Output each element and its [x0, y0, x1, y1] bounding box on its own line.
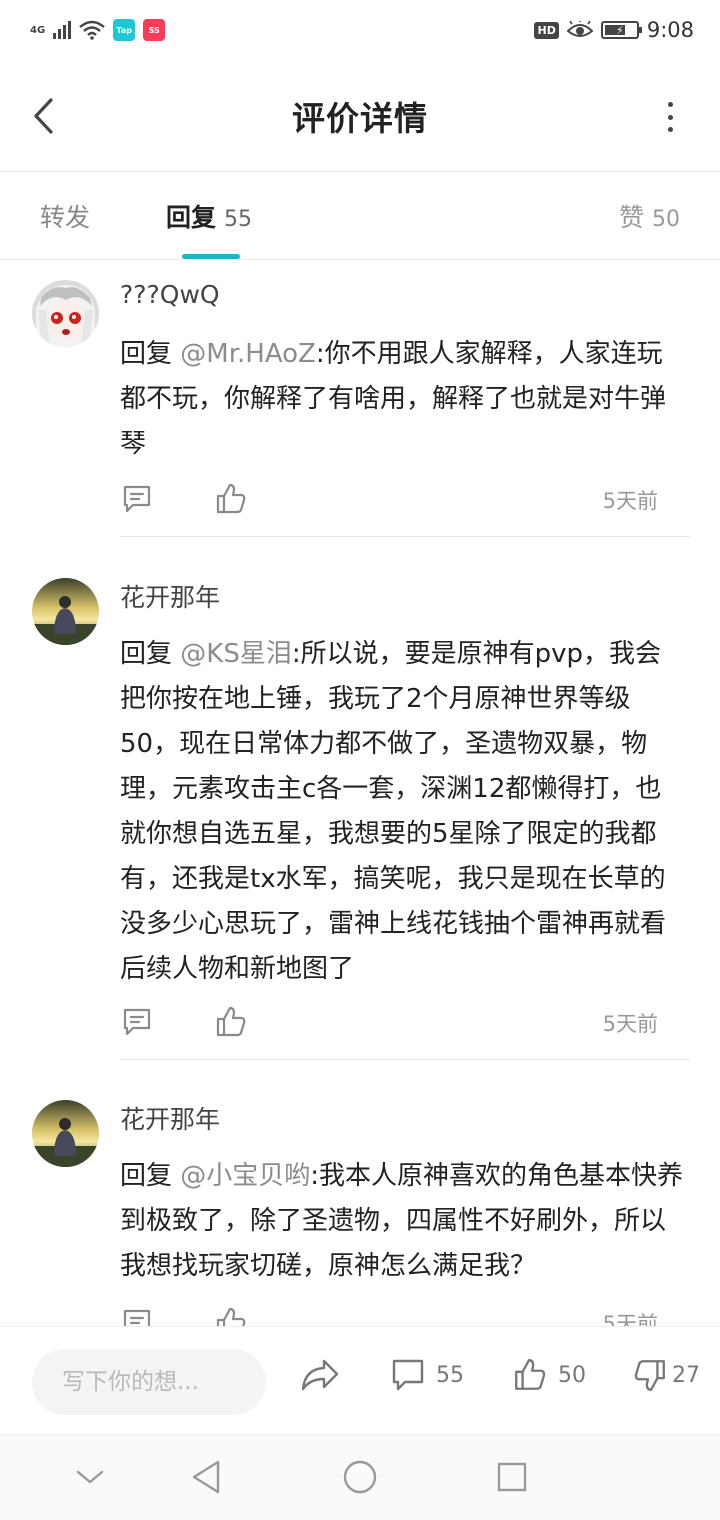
- page-title: 评价详情: [292, 98, 428, 138]
- comment-button[interactable]: 55: [390, 1357, 464, 1393]
- username[interactable]: 花开那年: [120, 578, 220, 614]
- bottom-action-bar: 55 50 27: [0, 1326, 720, 1434]
- battery-icon: ⚡: [600, 21, 642, 39]
- share-icon: [301, 1359, 339, 1391]
- network-type: 4G: [30, 24, 46, 36]
- reply-list[interactable]: ???QwQ 回复 @Mr.HAoZ:你不用跟人家解释，人家连玩都不玩，你解释了…: [0, 260, 720, 1326]
- list-item: 花开那年 回复 @小宝贝哟:我本人原神喜欢的角色基本快养到极致了，除了圣遗物，四…: [0, 1082, 720, 1326]
- comment-icon: [392, 1359, 424, 1391]
- mention-link[interactable]: @KS星泪: [180, 639, 292, 669]
- reply-prefix: 回复: [120, 1161, 181, 1191]
- more-dot: [667, 114, 673, 120]
- divider: [120, 1059, 690, 1060]
- avatar[interactable]: [32, 578, 99, 645]
- reply-icon[interactable]: [120, 1005, 154, 1039]
- thumbs-up-icon: [515, 1359, 546, 1390]
- chevron-down-icon: [76, 1470, 104, 1484]
- timestamp: 5天前: [602, 1012, 658, 1036]
- share-button[interactable]: [300, 1357, 340, 1393]
- reply-prefix: 回复: [120, 639, 181, 669]
- notification-app-icon: SS: [143, 19, 166, 41]
- username[interactable]: 花开那年: [120, 1100, 220, 1136]
- reply-prefix: 回复: [120, 339, 181, 369]
- tab-reply-count: 55: [224, 207, 253, 232]
- like-count: 50: [558, 1362, 586, 1388]
- more-dot: [667, 102, 673, 107]
- active-tab-indicator: [182, 254, 240, 259]
- comment-text: 回复 @小宝贝哟:我本人原神喜欢的角色基本快养到极致了，除了圣遗物，四属性不好刷…: [120, 1154, 684, 1289]
- app-header: 评价详情: [0, 60, 720, 172]
- list-item: ???QwQ 回复 @Mr.HAoZ:你不用跟人家解释，人家连玩都不玩，你解释了…: [0, 260, 720, 537]
- triangle-back-icon: [192, 1460, 220, 1494]
- comment-text: 回复 @Mr.HAoZ:你不用跟人家解释，人家连玩都不玩，你解释了有啥用，解释了…: [120, 332, 684, 467]
- circle-home-icon: [343, 1460, 377, 1494]
- avatar[interactable]: [32, 1100, 99, 1167]
- taptap-app-icon: Tap: [113, 19, 136, 41]
- thumbs-up-icon[interactable]: [214, 1306, 248, 1326]
- comment-input[interactable]: [32, 1349, 266, 1415]
- mention-link[interactable]: @小宝贝哟: [180, 1161, 310, 1191]
- tab-reply[interactable]: 回复 55: [166, 198, 252, 234]
- thumbs-down-icon: [634, 1360, 665, 1391]
- square-recents-icon: [497, 1462, 527, 1492]
- tab-forward[interactable]: 转发: [40, 198, 90, 234]
- tab-bar: 转发 回复 55 赞 50: [0, 172, 720, 260]
- back-button[interactable]: [28, 96, 58, 136]
- username[interactable]: ???QwQ: [120, 280, 220, 309]
- system-nav-bar: [0, 1434, 720, 1520]
- reply-icon[interactable]: [120, 1306, 154, 1326]
- status-right: HD ⚡ 9:08: [534, 18, 694, 42]
- status-time: 9:08: [646, 18, 694, 42]
- timestamp: 5天前: [602, 1312, 658, 1326]
- reply-icon[interactable]: [120, 482, 154, 516]
- chevron-left-icon: [34, 98, 53, 134]
- nav-recents-button[interactable]: [492, 1457, 532, 1497]
- more-options-button[interactable]: [664, 102, 676, 132]
- status-left: 4G Tap SS: [30, 19, 166, 41]
- like-button[interactable]: 50: [512, 1357, 586, 1393]
- timestamp: 5天前: [602, 489, 658, 513]
- comment-body: :所以说，要是原神有pvp，我会把你按在地上锤，我玩了2个月原神世界等级50，现…: [120, 639, 667, 984]
- eye-comfort-icon: [566, 21, 593, 39]
- tab-forward-label: 转发: [40, 203, 91, 232]
- status-bar: 4G Tap SS HD ⚡ 9:08: [0, 0, 720, 60]
- thumbs-up-icon[interactable]: [214, 1005, 248, 1039]
- signal-icon: [53, 21, 72, 39]
- divider: [120, 536, 690, 537]
- nav-back-button[interactable]: [186, 1457, 226, 1497]
- dislike-button[interactable]: 27: [632, 1357, 700, 1393]
- comment-text: 回复 @KS星泪:所以说，要是原神有pvp，我会把你按在地上锤，我玩了2个月原神…: [120, 632, 684, 992]
- tab-like[interactable]: 赞 50: [619, 198, 680, 234]
- nav-home-button[interactable]: [340, 1457, 380, 1497]
- tab-reply-label: 回复: [166, 203, 217, 232]
- more-dot: [667, 127, 673, 132]
- comment-count: 55: [436, 1362, 464, 1388]
- thumbs-up-icon[interactable]: [214, 482, 248, 516]
- dislike-count: 27: [672, 1362, 700, 1388]
- avatar[interactable]: [32, 280, 99, 347]
- mention-link[interactable]: @Mr.HAoZ: [180, 339, 316, 369]
- nav-hide-button[interactable]: [70, 1457, 110, 1497]
- tab-like-count: 50: [652, 207, 680, 232]
- list-item: 花开那年 回复 @KS星泪:所以说，要是原神有pvp，我会把你按在地上锤，我玩了…: [0, 560, 720, 1060]
- tab-like-label: 赞: [618, 203, 644, 232]
- hd-badge: HD: [534, 21, 559, 39]
- network-label: 4G: [30, 24, 46, 36]
- wifi-icon: [79, 20, 105, 40]
